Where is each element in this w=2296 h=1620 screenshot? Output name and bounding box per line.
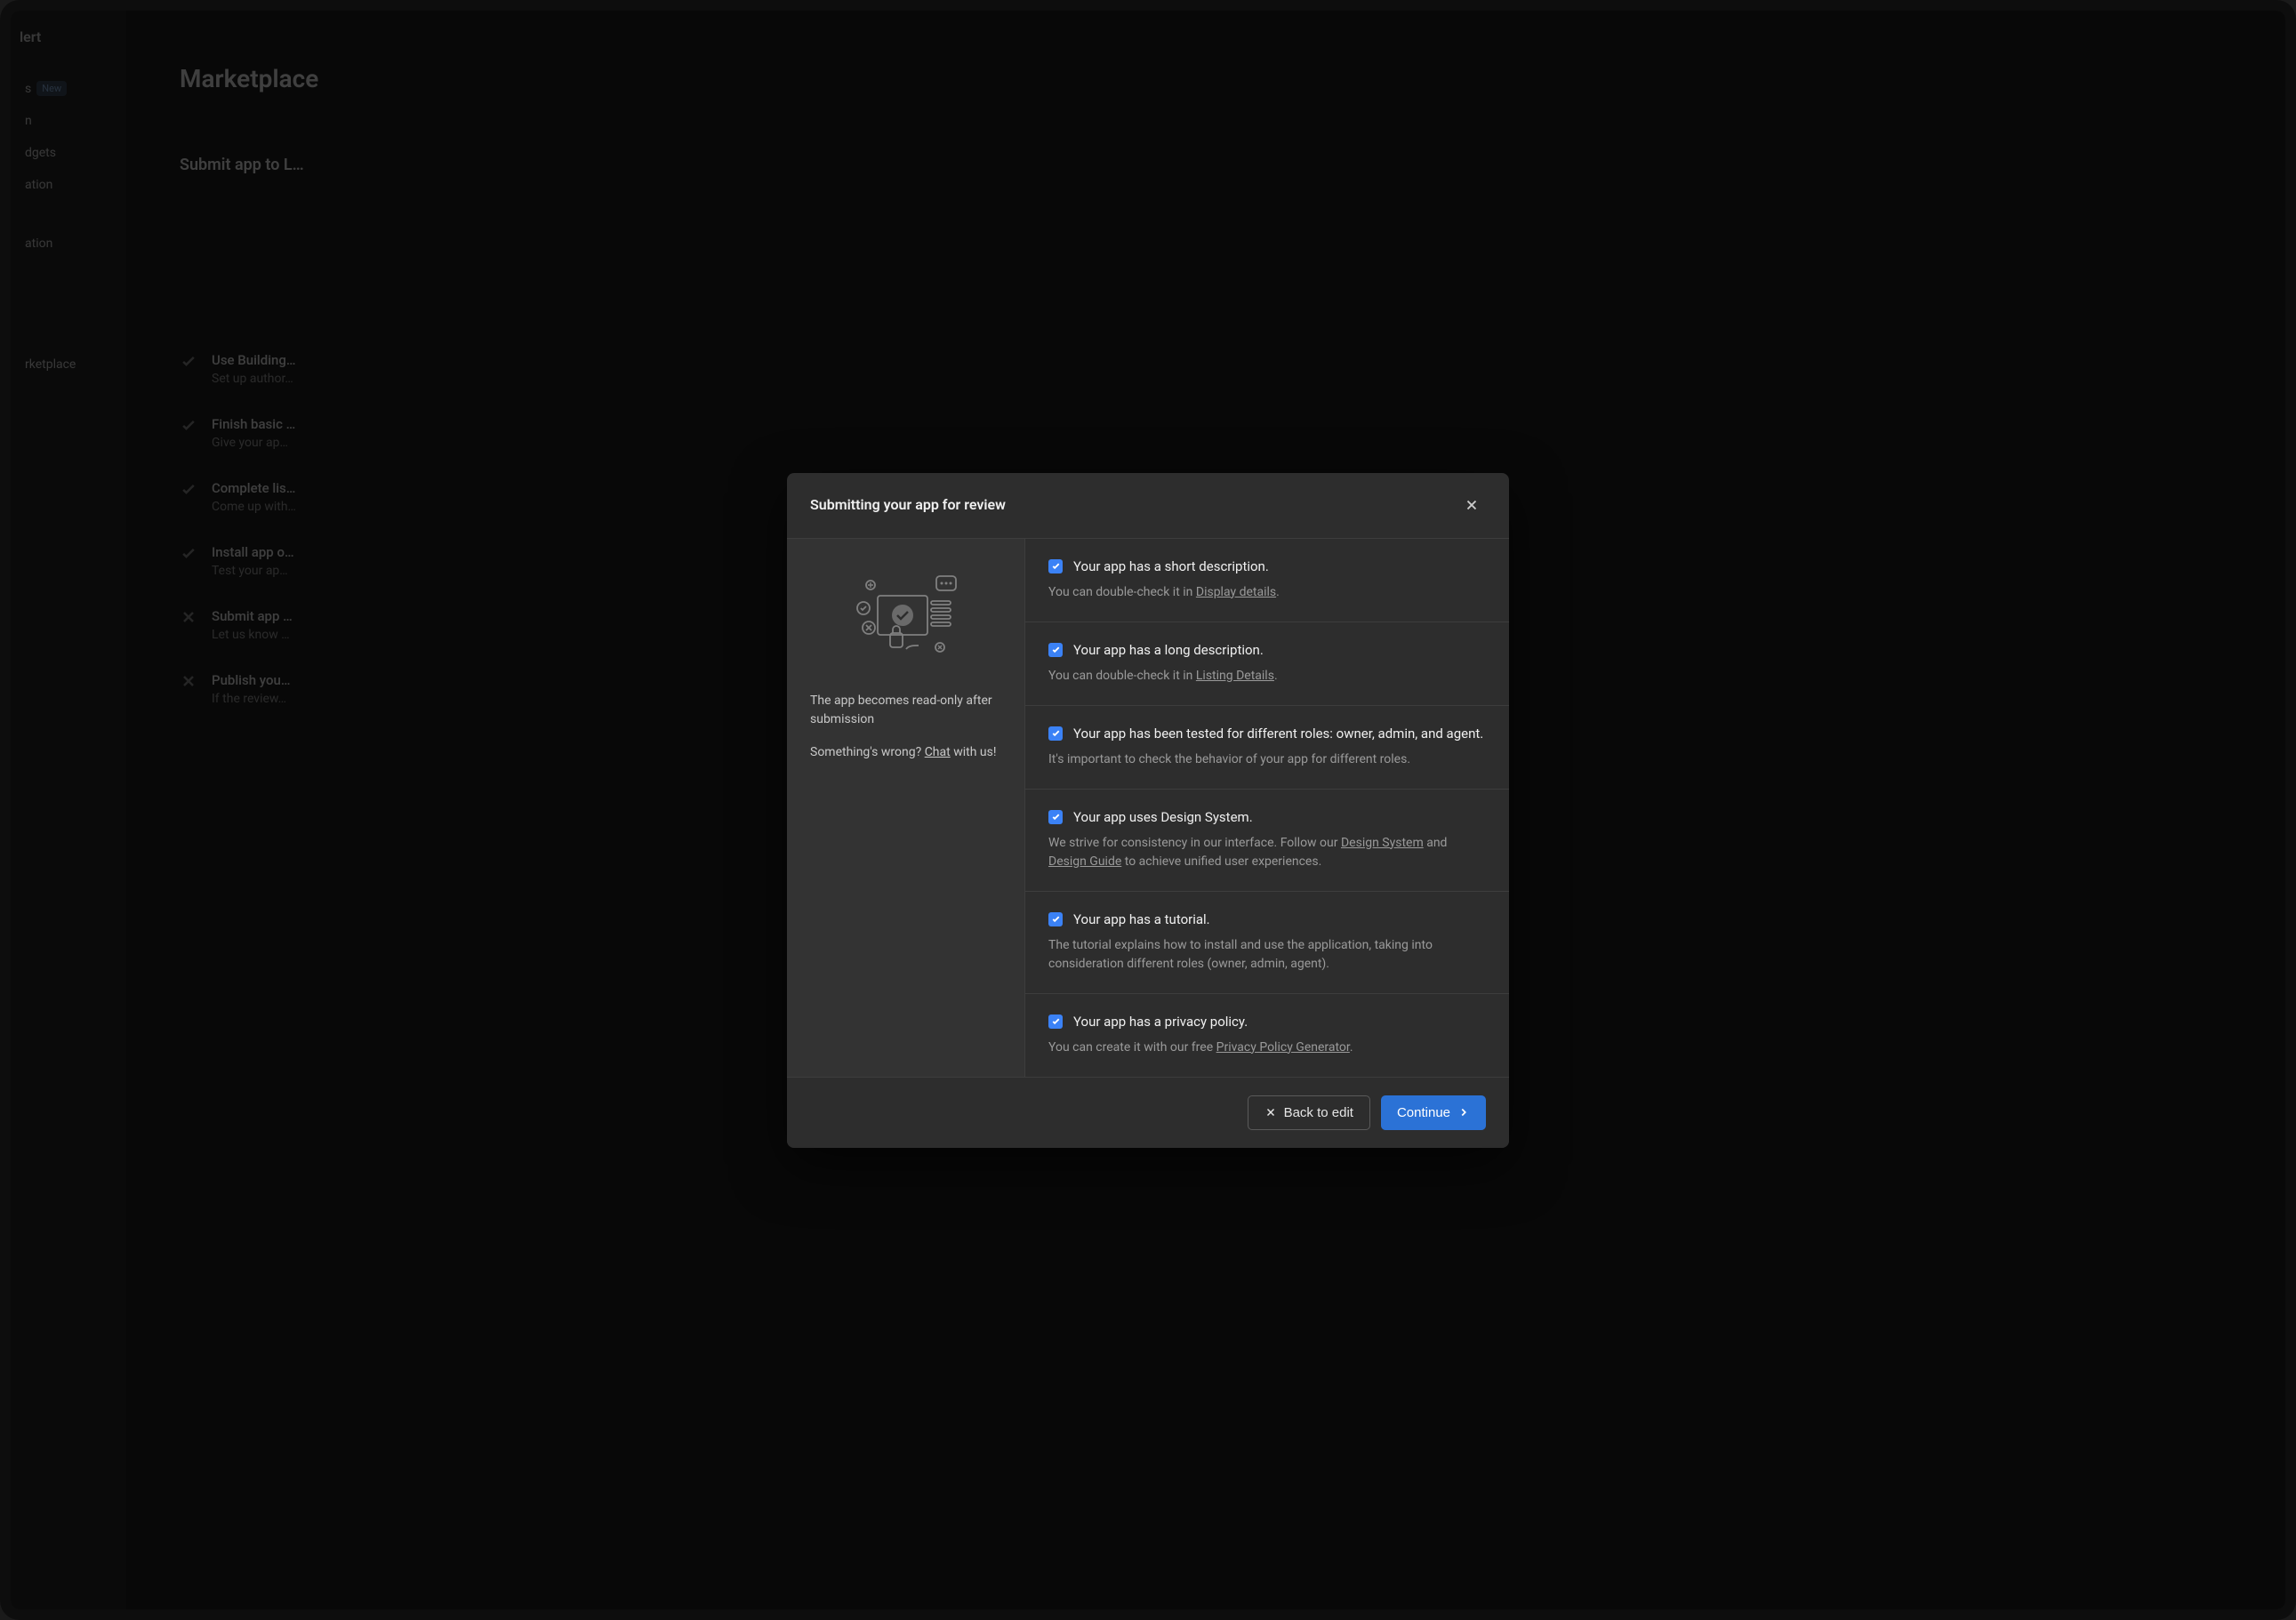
checklist-item-tutorial: Your app has a tutorial. The tutorial ex… [1025,892,1509,994]
submit-review-modal: Submitting your app for review [787,473,1509,1148]
checkbox[interactable] [1048,810,1063,824]
checklist-desc: You can create it with our free Privacy … [1048,1039,1486,1057]
checklist-label: Your app uses Design System. [1073,809,1253,825]
modal-overlay: Submitting your app for review [11,11,2285,1609]
checkmark-icon [1051,728,1061,738]
modal-title: Submitting your app for review [810,496,1006,513]
modal-footer: Back to edit Continue [787,1077,1509,1148]
chat-link[interactable]: Chat [925,745,951,759]
checkbox[interactable] [1048,726,1063,741]
checkbox[interactable] [1048,1015,1063,1029]
checkmark-icon [1051,645,1061,654]
checkmark-icon [1051,561,1061,571]
continue-button[interactable]: Continue [1381,1095,1486,1130]
privacy-generator-link[interactable]: Privacy Policy Generator [1216,1040,1350,1055]
checkmark-icon [1051,1016,1061,1026]
design-system-link[interactable]: Design System [1341,836,1424,850]
checkbox[interactable] [1048,912,1063,926]
checkmark-icon [1051,914,1061,924]
checklist-desc: It's important to check the behavior of … [1048,750,1486,769]
checklist-desc: You can double-check it in Listing Detai… [1048,667,1486,686]
checklist-label: Your app has a tutorial. [1073,911,1210,927]
listing-details-link[interactable]: Listing Details [1196,669,1274,683]
display-details-link[interactable]: Display details [1196,585,1276,599]
checkmark-icon [1051,812,1061,822]
info-text-readonly: The app becomes read-only after submissi… [810,692,1001,729]
checklist-desc: You can double-check it in Display detai… [1048,583,1486,602]
modal-header: Submitting your app for review [787,473,1509,538]
close-icon [1264,1106,1277,1119]
checklist-item-design-system: Your app uses Design System. We strive f… [1025,790,1509,892]
checkbox[interactable] [1048,559,1063,573]
checklist-desc: We strive for consistency in our interfa… [1048,834,1486,871]
checkbox[interactable] [1048,643,1063,657]
checklist-desc: The tutorial explains how to install and… [1048,936,1486,974]
checklist-label: Your app has been tested for different r… [1073,726,1483,742]
checklist: Your app has a short description. You ca… [1025,539,1509,1077]
design-guide-link[interactable]: Design Guide [1048,854,1121,869]
checklist-item-roles: Your app has been tested for different r… [1025,706,1509,790]
close-icon [1464,497,1480,513]
checklist-label: Your app has a long description. [1073,642,1264,658]
chevron-right-icon [1457,1106,1470,1119]
checklist-item-privacy: Your app has a privacy policy. You can c… [1025,994,1509,1077]
back-to-edit-button[interactable]: Back to edit [1248,1095,1370,1130]
checklist-label: Your app has a short description. [1073,558,1269,574]
close-button[interactable] [1457,491,1486,519]
info-text-chat: Something's wrong? Chat with us! [810,743,1001,762]
checklist-item-long-desc: Your app has a long description. You can… [1025,622,1509,706]
illustration-icon [844,569,968,667]
checklist-item-short-desc: Your app has a short description. You ca… [1025,539,1509,622]
info-panel: The app becomes read-only after submissi… [787,539,1025,1077]
checklist-label: Your app has a privacy policy. [1073,1014,1248,1030]
